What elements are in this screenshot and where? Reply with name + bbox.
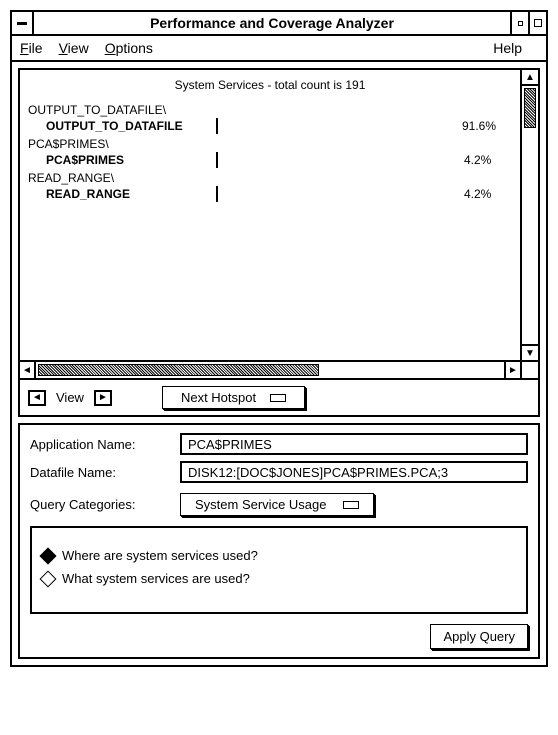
chart-title: System Services - total count is 191 — [28, 78, 512, 92]
dropdown-indicator-icon — [343, 501, 359, 509]
chart-row-pct: 4.2% — [436, 152, 491, 168]
menu-help[interactable]: Help — [493, 40, 522, 56]
chart-row-pct: 91.6% — [436, 118, 496, 134]
chart-row[interactable]: READ_RANGE 4.2% — [28, 186, 512, 202]
view-label: View — [56, 390, 84, 405]
chart-bar — [216, 186, 218, 202]
scroll-thumb[interactable] — [38, 364, 319, 376]
next-hotspot-label: Next Hotspot — [181, 390, 256, 405]
chart-bar — [216, 152, 218, 168]
query-options: Where are system services used? What sys… — [30, 526, 528, 614]
diamond-radio-icon — [40, 547, 57, 564]
chart-panel: System Services - total count is 191 OUT… — [18, 68, 540, 380]
horizontal-scrollbar[interactable]: ◄ ► — [20, 360, 520, 378]
chart-group-label: READ_RANGE\ — [28, 170, 512, 186]
diamond-radio-icon — [40, 570, 57, 587]
query-option-what[interactable]: What system services are used? — [42, 571, 516, 586]
chart-group-label: PCA$PRIMES\ — [28, 136, 512, 152]
chart-body: System Services - total count is 191 OUT… — [20, 70, 520, 360]
window-menu-button[interactable] — [12, 12, 34, 34]
view-nav-row: ◄ View ► Next Hotspot — [18, 380, 540, 417]
vertical-scrollbar[interactable]: ▲ ▼ — [520, 70, 538, 360]
scroll-thumb[interactable] — [524, 88, 536, 128]
application-name-label: Application Name: — [30, 437, 180, 452]
app-window: Performance and Coverage Analyzer File V… — [10, 10, 548, 667]
chart-row-label: PCA$PRIMES — [46, 152, 216, 168]
menubar: File View Options Help — [12, 36, 546, 62]
apply-query-button[interactable]: Apply Query — [430, 624, 528, 649]
titlebar: Performance and Coverage Analyzer — [12, 12, 546, 36]
scroll-track[interactable] — [522, 86, 538, 344]
prev-view-button[interactable]: ◄ — [28, 390, 46, 406]
maximize-button[interactable] — [528, 12, 546, 34]
scroll-right-icon[interactable]: ► — [504, 362, 520, 378]
dropdown-indicator-icon — [270, 394, 286, 402]
application-name-input[interactable] — [180, 433, 528, 455]
query-option-where[interactable]: Where are system services used? — [42, 548, 516, 563]
next-hotspot-button[interactable]: Next Hotspot — [162, 386, 305, 409]
query-categories-select[interactable]: System Service Usage — [180, 493, 374, 516]
scroll-track[interactable] — [36, 362, 504, 378]
datafile-name-label: Datafile Name: — [30, 465, 180, 480]
menu-view[interactable]: View — [59, 40, 89, 56]
menu-file[interactable]: File — [20, 40, 43, 56]
chart-row[interactable]: OUTPUT_TO_DATAFILE 91.6% — [28, 118, 512, 134]
minimize-button[interactable] — [510, 12, 528, 34]
window-title: Performance and Coverage Analyzer — [34, 12, 510, 34]
query-categories-value: System Service Usage — [195, 497, 327, 512]
next-view-button[interactable]: ► — [94, 390, 112, 406]
chart-row-label: READ_RANGE — [46, 186, 216, 202]
query-option-label: Where are system services used? — [62, 548, 258, 563]
scroll-left-icon[interactable]: ◄ — [20, 362, 36, 378]
scroll-up-icon[interactable]: ▲ — [522, 70, 538, 86]
query-option-label: What system services are used? — [62, 571, 250, 586]
chart-bar — [216, 118, 218, 134]
chart-row-label: OUTPUT_TO_DATAFILE — [46, 118, 216, 134]
menu-options[interactable]: Options — [105, 40, 153, 56]
query-form: Application Name: Datafile Name: Query C… — [18, 423, 540, 659]
chart-group-label: OUTPUT_TO_DATAFILE\ — [28, 102, 512, 118]
datafile-name-input[interactable] — [180, 461, 528, 483]
query-categories-label: Query Categories: — [30, 497, 180, 512]
chart-row-pct: 4.2% — [436, 186, 491, 202]
scroll-down-icon[interactable]: ▼ — [522, 344, 538, 360]
chart-row[interactable]: PCA$PRIMES 4.2% — [28, 152, 512, 168]
